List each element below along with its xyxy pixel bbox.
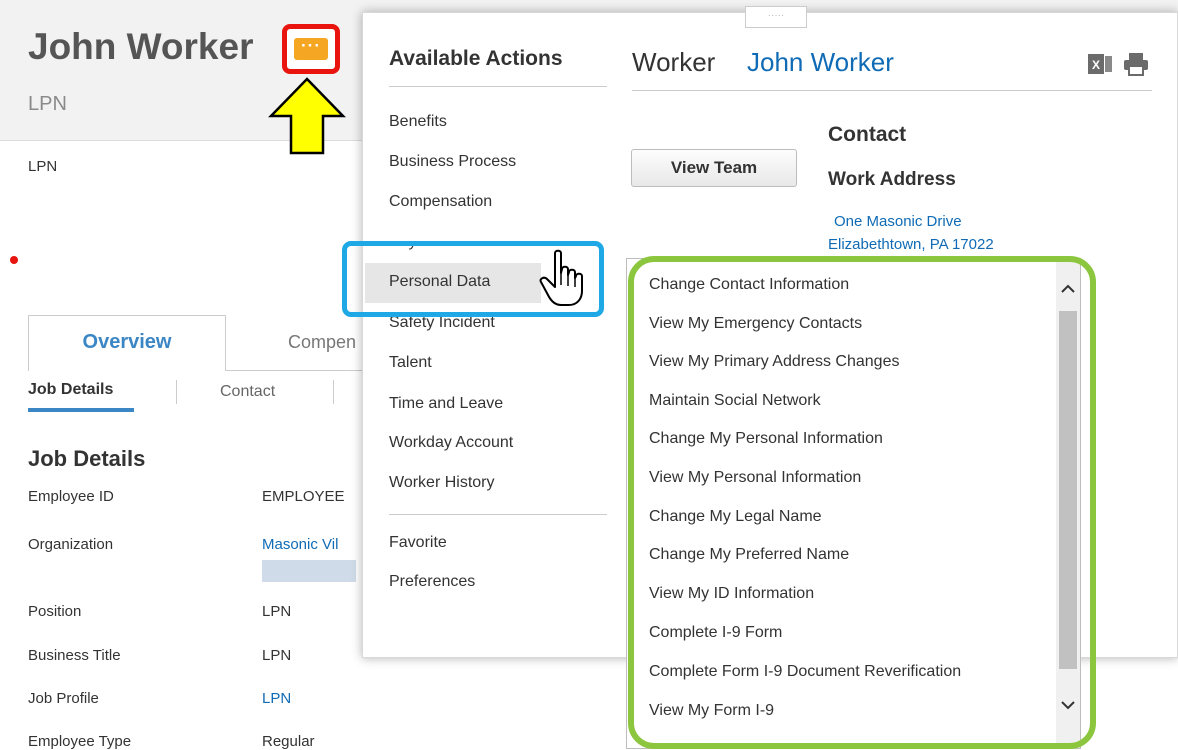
job-details-heading: Job Details [28, 446, 146, 471]
hand-pointer-icon [539, 249, 583, 306]
view-team-button[interactable]: View Team [631, 149, 797, 187]
action-benefits[interactable]: Benefits [389, 113, 447, 131]
work-address-heading: Work Address [828, 169, 956, 190]
field-value-business-title: LPN [262, 647, 292, 664]
field-value-job-profile-link[interactable]: LPN [262, 690, 291, 707]
available-actions-heading: Available Actions [389, 47, 563, 70]
field-label-business-title: Business Title [28, 647, 121, 664]
action-compensation[interactable]: Compensation [389, 193, 492, 211]
divider [389, 514, 607, 515]
excel-export-icon[interactable]: X [1087, 52, 1113, 76]
field-label-employee-type: Employee Type [28, 733, 132, 750]
green-highlight-annotation [628, 256, 1096, 749]
divider [389, 86, 607, 87]
worker-name-link[interactable]: John Worker [747, 47, 894, 78]
yellow-arrow-annotation [268, 77, 346, 155]
subtab-contact[interactable]: Contact [220, 383, 275, 401]
field-label-employee-id: Employee ID [28, 488, 114, 505]
worker-subtitle: LPN [28, 158, 58, 175]
popup-drag-handle[interactable]: ····· [745, 6, 807, 28]
action-business-process[interactable]: Business Process [389, 153, 516, 171]
divider [632, 90, 1152, 91]
related-actions-button[interactable]: ··· [282, 24, 340, 74]
field-value-employee-type: Regular [262, 733, 315, 750]
subtab-job-details[interactable]: Job Details [28, 381, 113, 399]
action-talent[interactable]: Talent [389, 354, 432, 372]
field-label-job-profile: Job Profile [28, 690, 99, 707]
action-workday-account[interactable]: Workday Account [389, 434, 513, 452]
redacted-block [262, 560, 356, 582]
contact-heading: Contact [828, 123, 907, 146]
address-line-1[interactable]: One Masonic Drive [834, 213, 962, 230]
subtab-separator [333, 380, 334, 404]
subtab-separator [176, 380, 177, 404]
field-value-position: LPN [262, 603, 292, 620]
subtab-active-indicator [28, 408, 134, 412]
field-value-organization-link[interactable]: Masonic Vil [262, 536, 338, 553]
action-time-and-leave[interactable]: Time and Leave [389, 395, 503, 413]
tab-compensation[interactable]: Compen [288, 332, 356, 353]
field-label-position: Position [28, 603, 82, 620]
field-label-organization: Organization [28, 536, 114, 553]
tabs-divider [226, 370, 366, 371]
worker-position-title: LPN [28, 93, 67, 115]
action-worker-history[interactable]: Worker History [389, 474, 495, 492]
action-favorite[interactable]: Favorite [389, 534, 447, 552]
action-preferences[interactable]: Preferences [389, 573, 475, 591]
field-value-employee-id: EMPLOYEE [262, 488, 345, 505]
tab-overview[interactable]: Overview [28, 315, 226, 371]
more-icon: ··· [294, 37, 328, 60]
print-icon[interactable] [1122, 52, 1150, 76]
status-dot [10, 256, 18, 264]
address-line-2[interactable]: Elizabethtown, PA 17022 [828, 236, 994, 253]
worker-label: Worker [632, 47, 716, 77]
svg-text:X: X [1092, 58, 1100, 72]
occluded-text-mask [386, 230, 456, 241]
worker-name-title: John Worker [28, 26, 254, 67]
